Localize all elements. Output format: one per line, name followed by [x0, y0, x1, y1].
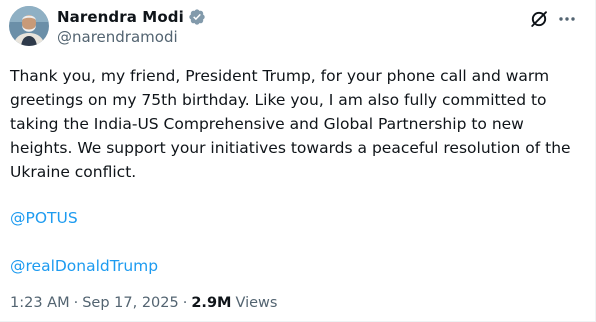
tweet-text: Thank you, my friend, President Trump, f… — [10, 67, 571, 181]
more-options-button[interactable] — [556, 8, 578, 30]
tweet-date[interactable]: Sep 17, 2025 — [82, 295, 179, 311]
author-name[interactable]: Narendra Modi — [57, 8, 184, 26]
tweet-meta: 1:23 AM · Sep 17, 2025 · 2.9M Views — [10, 295, 277, 311]
avatar-image — [9, 6, 49, 46]
more-horizontal-icon — [559, 17, 575, 21]
tweet-time[interactable]: 1:23 AM — [10, 295, 70, 311]
verified-badge-icon[interactable] — [188, 8, 206, 26]
meta-separator: · — [182, 295, 188, 311]
mention-link-realdonaldtrump[interactable]: @realDonaldTrump — [10, 257, 158, 275]
avatar[interactable] — [9, 6, 49, 46]
grok-icon — [531, 11, 547, 27]
meta-separator: · — [73, 295, 79, 311]
mention-link-potus[interactable]: @POTUS — [10, 209, 78, 227]
author-name-row: Narendra Modi — [57, 8, 206, 26]
views-label: Views — [235, 295, 278, 311]
views-count[interactable]: 2.9M — [191, 295, 231, 311]
tweet-card: Narendra Modi @narendramodi Thank you, m… — [0, 0, 596, 322]
grok-button[interactable] — [528, 8, 550, 30]
author-handle[interactable]: @narendramodi — [57, 28, 178, 46]
